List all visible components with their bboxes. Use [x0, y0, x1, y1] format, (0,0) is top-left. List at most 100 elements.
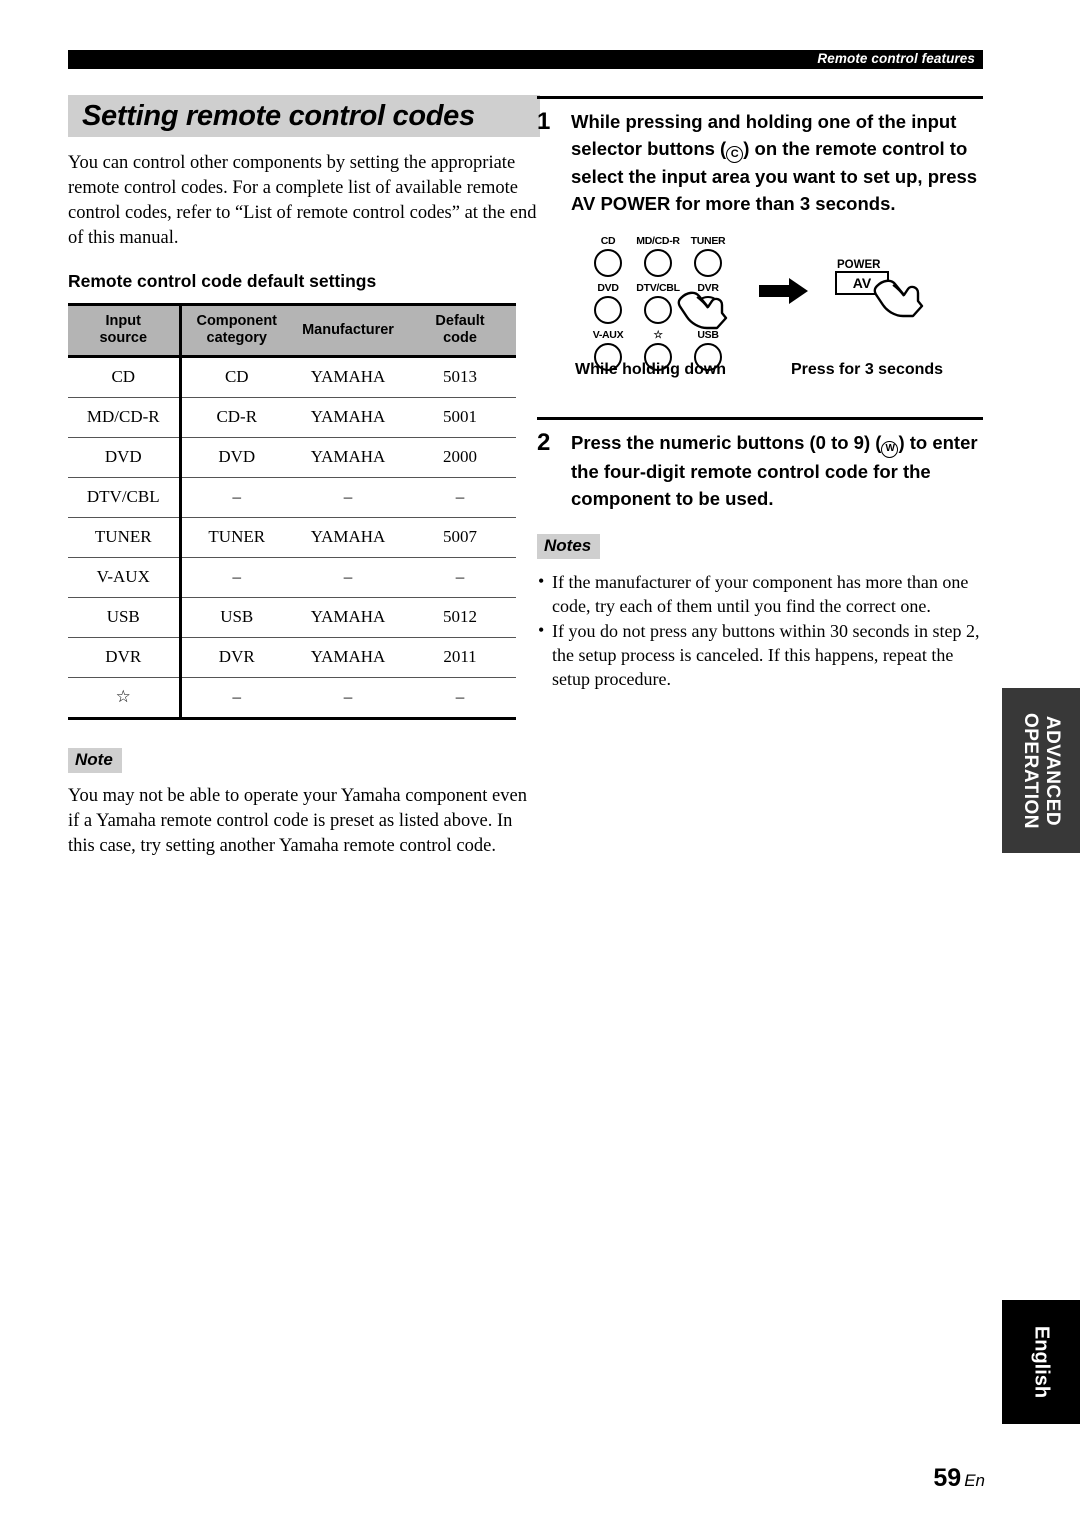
table-row: DTV/CBL – – –: [68, 477, 516, 518]
cell-component-category: CD-R: [180, 397, 292, 438]
note-item-text: If you do not press any buttons within 3…: [552, 621, 980, 689]
button-label: MD/CD-R: [636, 235, 680, 247]
button-circle-icon[interactable]: [644, 249, 672, 277]
sub-heading: Remote control code default settings: [68, 271, 377, 291]
page-title: Setting remote control codes: [82, 99, 475, 132]
table-body: CD CD YAMAHA 5013 MD/CD-R CD-R YAMAHA 50…: [68, 356, 516, 720]
circled-c-icon: C: [726, 146, 744, 163]
arrow-right-icon: [759, 277, 809, 310]
column-header-line1: Input: [105, 313, 141, 329]
running-head-bar: Remote control features: [68, 50, 983, 69]
note-tag: Note: [68, 748, 122, 773]
cell-component-category: –: [180, 677, 292, 720]
column-header-component-category: Component category: [180, 303, 292, 358]
button-label: DTV/CBL: [636, 282, 680, 294]
table-row: DVR DVR YAMAHA 2011: [68, 637, 516, 678]
cell-input-source: USB: [68, 597, 182, 638]
note-item: • If the manufacturer of your component …: [537, 570, 983, 618]
table-row: USB USB YAMAHA 5012: [68, 597, 516, 638]
bullet-icon: •: [538, 571, 545, 591]
step-1-row: 1 While pressing and holding one of the …: [537, 108, 983, 217]
button-cell-dtv-cbl[interactable]: DTV/CBL: [635, 282, 681, 329]
table-row: CD CD YAMAHA 5013: [68, 356, 516, 398]
button-cell-cd[interactable]: CD: [585, 235, 631, 282]
intro-paragraph: You can control other components by sett…: [68, 153, 537, 248]
column-header-default-code: Default code: [404, 303, 516, 358]
cell-component-category: CD: [180, 356, 292, 398]
cell-manufacturer: YAMAHA: [292, 356, 404, 398]
cell-default-code: 5001: [404, 397, 516, 438]
cell-default-code: –: [404, 557, 516, 598]
section-title-band: Setting remote control codes: [68, 95, 540, 137]
cell-manufacturer: YAMAHA: [292, 397, 404, 438]
bullet-icon: •: [538, 620, 545, 640]
table-header-row: Input source Component category Manufact…: [68, 303, 516, 358]
cell-component-category: –: [180, 477, 292, 518]
step-1-text-part3: for more than 3 seconds.: [670, 193, 896, 214]
cell-input-source-star-icon: ☆: [68, 677, 182, 720]
button-cell-tuner[interactable]: TUNER: [685, 235, 731, 282]
cell-input-source: TUNER: [68, 517, 182, 558]
note-item: • If you do not press any buttons within…: [537, 619, 983, 691]
cell-input-source: CD: [68, 356, 182, 398]
cell-component-category: DVD: [180, 437, 292, 478]
note-item-text: If the manufacturer of your component ha…: [552, 572, 969, 616]
step-1: 1 While pressing and holding one of the …: [537, 96, 983, 395]
button-label: DVD: [597, 282, 619, 294]
table-header: Input source Component category Manufact…: [68, 303, 516, 358]
left-column: Setting remote control codes You can con…: [68, 95, 540, 878]
button-cell-md-cd-r[interactable]: MD/CD-R: [635, 235, 681, 282]
notes-tag: Notes: [537, 534, 601, 559]
right-column: 1 While pressing and holding one of the …: [537, 96, 983, 692]
cell-manufacturer: –: [292, 477, 404, 518]
button-label: TUNER: [690, 235, 726, 247]
cell-input-source: V-AUX: [68, 557, 182, 598]
notes-block-right: Notes • If the manufacturer of your comp…: [537, 534, 983, 691]
cell-input-source: DVR: [68, 637, 182, 678]
side-tab-advanced-label: ADVANCED OPERATION: [1019, 712, 1063, 828]
column-header-manufacturer: Manufacturer: [292, 303, 404, 358]
circled-w-icon: W: [881, 441, 899, 458]
cell-manufacturer: YAMAHA: [292, 437, 404, 478]
side-tab-advanced-line2: OPERATION: [1020, 712, 1041, 829]
cell-component-category: USB: [180, 597, 292, 638]
cell-component-category: DVR: [180, 637, 292, 678]
notes-list: • If the manufacturer of your component …: [537, 570, 983, 691]
side-tab-language: English: [1002, 1300, 1080, 1424]
cell-manufacturer: –: [292, 557, 404, 598]
cell-input-source: DVD: [68, 437, 182, 478]
button-label: V-AUX: [592, 329, 624, 341]
cell-component-category: –: [180, 557, 292, 598]
step-2-number: 2: [537, 429, 551, 456]
button-circle-icon[interactable]: [694, 249, 722, 277]
default-settings-table: Input source Component category Manufact…: [68, 303, 516, 720]
step-2: 2 Press the numeric buttons (0 to 9) (W)…: [537, 417, 983, 512]
cell-default-code: –: [404, 677, 516, 720]
button-circle-icon[interactable]: [644, 296, 672, 324]
caption-press-for-3-seconds: Press for 3 seconds: [791, 361, 944, 378]
page-language-code: En: [964, 1471, 985, 1490]
cell-default-code: 5012: [404, 597, 516, 638]
button-row-1: CD MD/CD-R TUNER: [585, 235, 735, 282]
step-2-text-part1: Press the numeric buttons (0 to 9) (: [571, 432, 882, 453]
button-circle-icon[interactable]: [594, 296, 622, 324]
note-body: You may not be able to operate your Yama…: [68, 786, 527, 856]
cell-input-source: DTV/CBL: [68, 477, 182, 518]
cell-component-category: TUNER: [180, 517, 292, 558]
column-header-line2: category: [206, 330, 267, 346]
table-row: DVD DVD YAMAHA 2000: [68, 437, 516, 478]
column-header-input-source: Input source: [68, 303, 182, 358]
side-tab-language-label: English: [1030, 1325, 1053, 1399]
cell-default-code: 2011: [404, 637, 516, 678]
cell-default-code: 5007: [404, 517, 516, 558]
column-header-line1: Manufacturer: [302, 321, 394, 338]
button-label: CD: [600, 235, 616, 247]
cell-manufacturer: YAMAHA: [292, 637, 404, 678]
remote-button-diagram: CD MD/CD-R TUNER DVD DTV/CBL DVR V-AUX ☆…: [537, 235, 983, 395]
cell-input-source: MD/CD-R: [68, 397, 182, 438]
button-circle-icon[interactable]: [594, 249, 622, 277]
cell-manufacturer: –: [292, 677, 404, 720]
column-header-line2: code: [443, 330, 477, 346]
step-1-emphasis: AV POWER: [571, 193, 671, 214]
button-cell-dvd[interactable]: DVD: [585, 282, 631, 329]
